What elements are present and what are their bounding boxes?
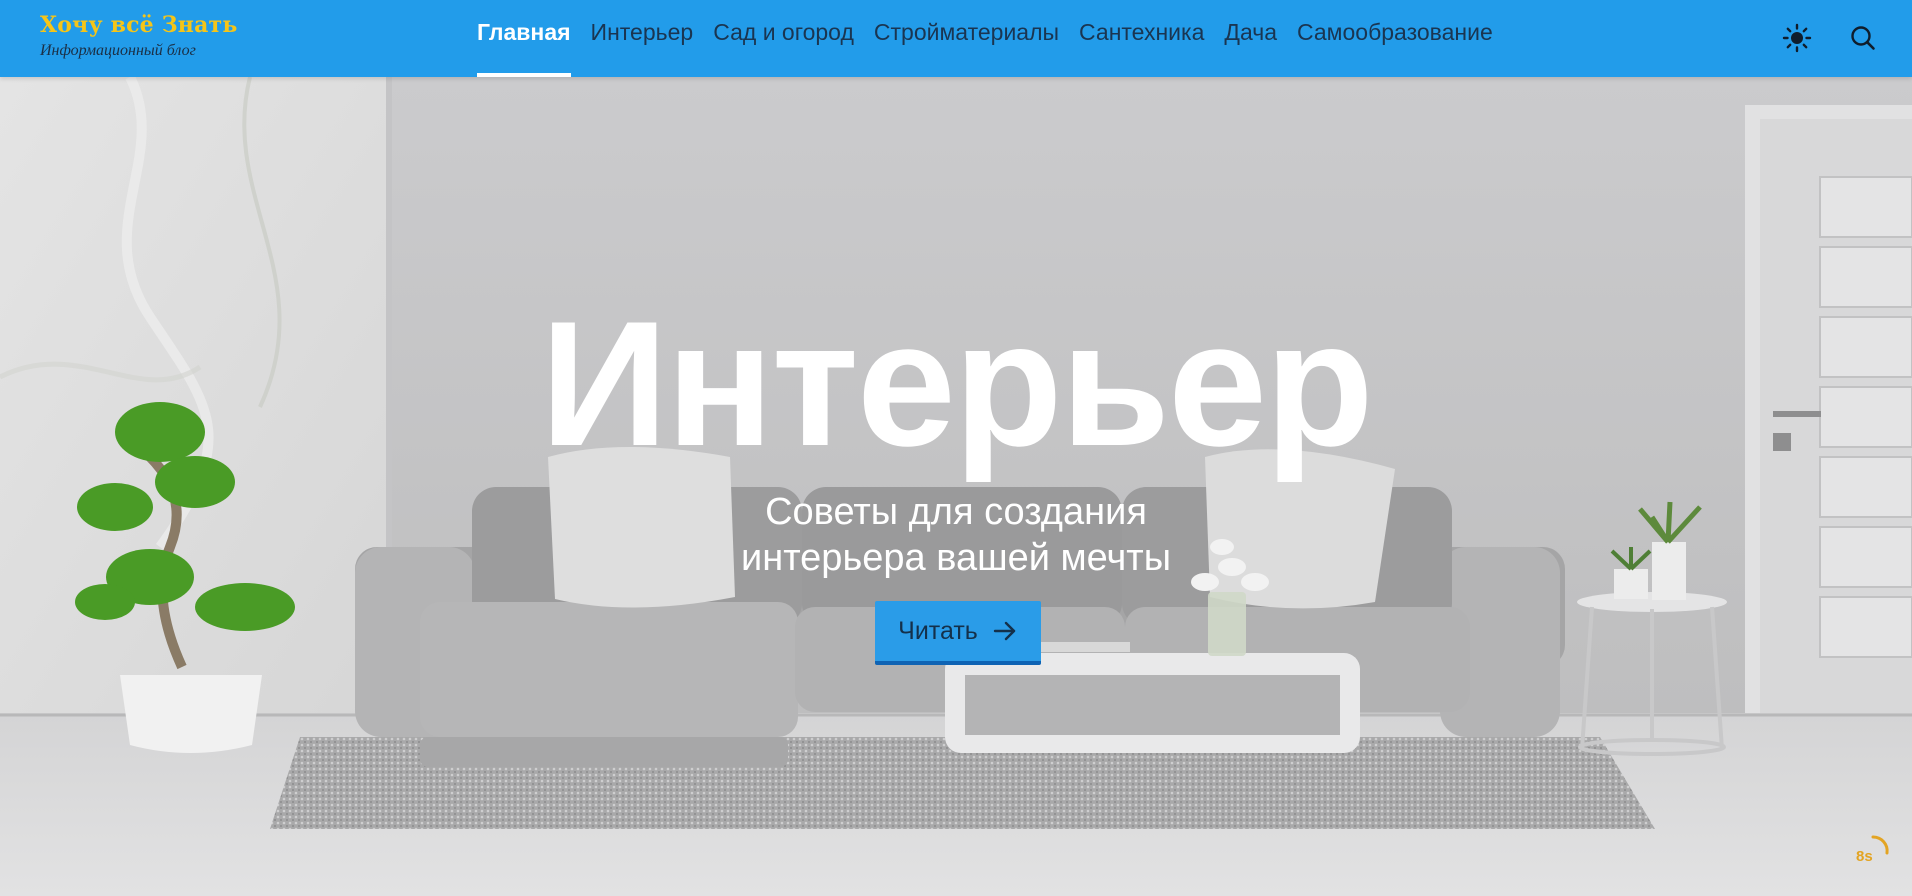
nav-item-plumbing[interactable]: Сантехника — [1079, 0, 1204, 77]
hero-banner: Интерьер Советы для создания интерьера в… — [0, 77, 1912, 896]
sun-icon — [1782, 23, 1812, 53]
slide-timer-text: 8s — [1856, 848, 1873, 865]
brand[interactable]: Хочу всё Знать Информационный блог — [40, 12, 238, 60]
site-tagline: Информационный блог — [40, 42, 196, 59]
search-button[interactable] — [1847, 22, 1879, 54]
slide-timer: 8s — [1853, 831, 1893, 871]
hero-subtitle-line2: интерьера вашей мечты — [740, 537, 1172, 579]
nav-item-self-education[interactable]: Самообразование — [1297, 0, 1493, 77]
nav-item-home[interactable]: Главная — [477, 0, 571, 77]
search-icon — [1851, 26, 1875, 50]
nav-item-dacha[interactable]: Дача — [1224, 0, 1277, 77]
hero-background-image — [0, 77, 1912, 896]
site-title[interactable]: Хочу всё Знать — [40, 12, 238, 38]
hero-title: Интерьер — [540, 284, 1374, 483]
nav-item-interior[interactable]: Интерьер — [591, 0, 694, 77]
main-nav: Главная Интерьер Сад и огород Стройматер… — [477, 0, 1513, 77]
hero-subtitle: Советы для создания интерьера вашей мечт… — [656, 489, 1256, 581]
nav-item-building-materials[interactable]: Стройматериалы — [874, 0, 1059, 77]
nav-item-garden[interactable]: Сад и огород — [713, 0, 854, 77]
arrow-right-icon — [993, 621, 1016, 641]
read-button-label: Читать — [898, 616, 978, 645]
hero-subtitle-line1: Советы для создания — [765, 491, 1147, 533]
theme-toggle-button[interactable] — [1781, 22, 1813, 54]
read-button[interactable]: Читать — [875, 601, 1041, 665]
site-header: Хочу всё Знать Информационный блог Главн… — [0, 0, 1912, 77]
